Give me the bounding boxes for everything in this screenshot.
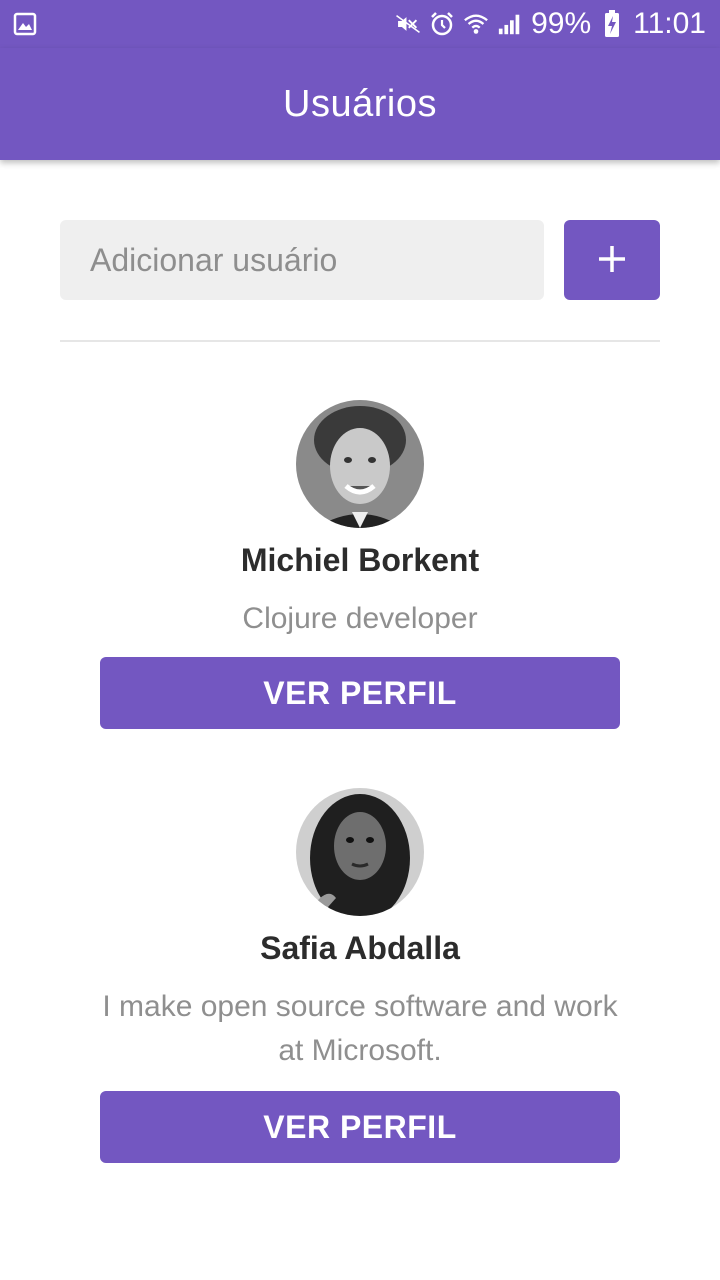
avatar [296, 788, 424, 916]
wifi-icon [463, 11, 489, 37]
user-card: Michiel Borkent Clojure developer VER PE… [100, 400, 620, 729]
app-bar: Usuários [0, 48, 720, 160]
user-bio: Clojure developer [242, 602, 478, 635]
view-profile-button[interactable]: VER PERFIL [100, 657, 620, 729]
status-bar-left [12, 11, 38, 37]
add-user-button[interactable] [564, 220, 660, 300]
avatar [296, 400, 424, 528]
clock: 11:01 [633, 7, 706, 40]
battery-percent: 99% [531, 7, 592, 40]
add-user-row [60, 220, 660, 300]
user-card: Safia Abdalla I make open source softwar… [100, 788, 620, 1163]
user-name: Michiel Borkent [240, 542, 480, 578]
battery-charging-icon [599, 10, 625, 37]
alarm-icon [429, 11, 455, 37]
add-user-input[interactable] [60, 220, 544, 300]
signal-icon [497, 11, 523, 37]
status-bar-right: 99% 11:01 [395, 7, 706, 41]
divider [60, 340, 660, 342]
user-name: Safia Abdalla [260, 930, 460, 966]
page-title: Usuários [283, 82, 437, 125]
view-profile-button[interactable]: VER PERFIL [100, 1091, 620, 1163]
user-bio: I make open source software and work at … [102, 990, 618, 1067]
status-bar: 99% 11:01 [0, 0, 720, 48]
plus-icon [597, 244, 627, 277]
mute-icon [395, 11, 421, 37]
gallery-icon [12, 11, 38, 37]
